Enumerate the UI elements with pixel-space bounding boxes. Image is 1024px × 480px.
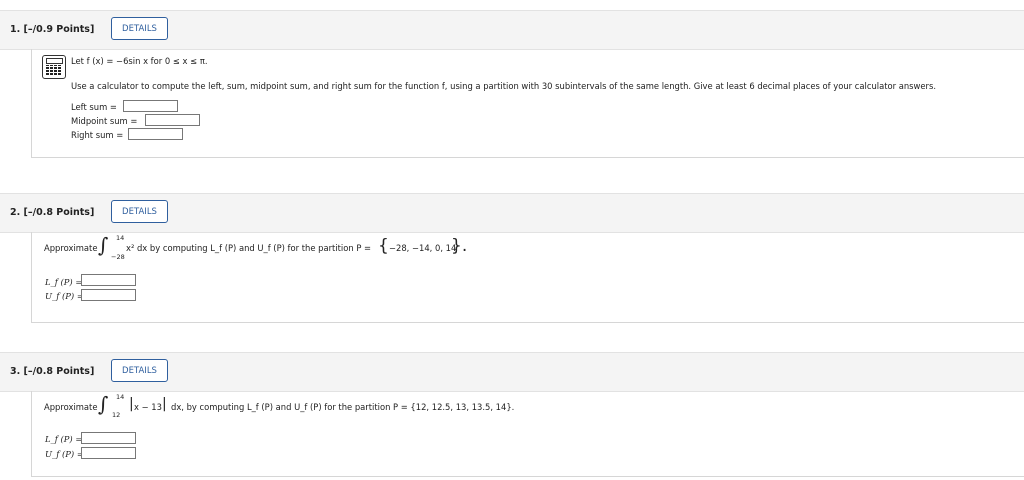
left-sum-label: Left sum =	[71, 102, 117, 112]
upper-sum-input[interactable]	[81, 447, 136, 459]
details-button[interactable]: DETAILS	[111, 17, 168, 40]
integral-sign: ∫	[98, 392, 109, 416]
abs-right-bar: |	[162, 396, 167, 412]
abs-left-bar: |	[129, 396, 134, 412]
integral-sign: ∫	[98, 233, 109, 257]
left-sum-input[interactable]	[123, 100, 178, 112]
problem-1-header: 1. [–/0.9 Points] DETAILS	[0, 10, 1024, 50]
prompt-function: Let f (x) = −6sin x for 0 ≤ x ≤ π.	[71, 56, 208, 66]
lower-sum-input[interactable]	[81, 432, 136, 444]
calculator-icon[interactable]	[42, 55, 66, 79]
problem-2-header: 2. [–/0.8 Points] DETAILS	[0, 193, 1024, 233]
approximate-label: Approximate	[44, 402, 98, 412]
details-button[interactable]: DETAILS	[111, 359, 168, 382]
left-brace: {	[378, 236, 389, 256]
problem-1-question: Let f (x) = −6sin x for 0 ≤ x ≤ π. Use a…	[31, 49, 1024, 158]
lower-sum-label: L_f (P) =	[45, 277, 83, 287]
details-button[interactable]: DETAILS	[111, 200, 168, 223]
lower-sum-label: L_f (P) =	[45, 434, 83, 444]
problem-3-header: 3. [–/0.8 Points] DETAILS	[0, 352, 1024, 392]
right-sum-label: Right sum =	[71, 130, 124, 140]
midpoint-sum-input[interactable]	[145, 114, 200, 126]
integrand-text: x² dx by computing L_f (P) and U_f (P) f…	[126, 243, 372, 253]
upper-limit: 14	[116, 234, 125, 242]
integral-rest: dx, by computing L_f (P) and U_f (P) for…	[171, 402, 515, 412]
upper-sum-input[interactable]	[81, 289, 136, 301]
problem-3-question: Approximate ∫ 14 12 | x − 13 | dx, by co…	[31, 391, 1024, 477]
right-sum-input[interactable]	[128, 128, 183, 140]
upper-sum-label: U_f (P) =	[45, 291, 84, 301]
lower-limit: 12	[112, 411, 121, 419]
abs-inner: x − 13	[134, 402, 162, 412]
upper-limit: 14	[116, 393, 125, 401]
lower-sum-input[interactable]	[81, 274, 136, 286]
upper-sum-label: U_f (P) =	[45, 449, 84, 459]
lower-limit: −28	[111, 253, 125, 261]
approximate-label: Approximate	[44, 243, 98, 253]
problem-2-points: 2. [–/0.8 Points]	[10, 207, 95, 218]
problem-2-question: Approximate ∫ 14 −28 x² dx by computing …	[31, 232, 1024, 323]
prompt-instructions: Use a calculator to compute the left, su…	[71, 81, 937, 91]
midpoint-sum-label: Midpoint sum =	[71, 116, 138, 126]
problem-3-points: 3. [–/0.8 Points]	[10, 366, 95, 377]
partition-values: −28, −14, 0, 14	[389, 243, 457, 253]
right-brace: }.	[451, 236, 468, 256]
problem-1-points: 1. [–/0.9 Points]	[10, 24, 95, 35]
